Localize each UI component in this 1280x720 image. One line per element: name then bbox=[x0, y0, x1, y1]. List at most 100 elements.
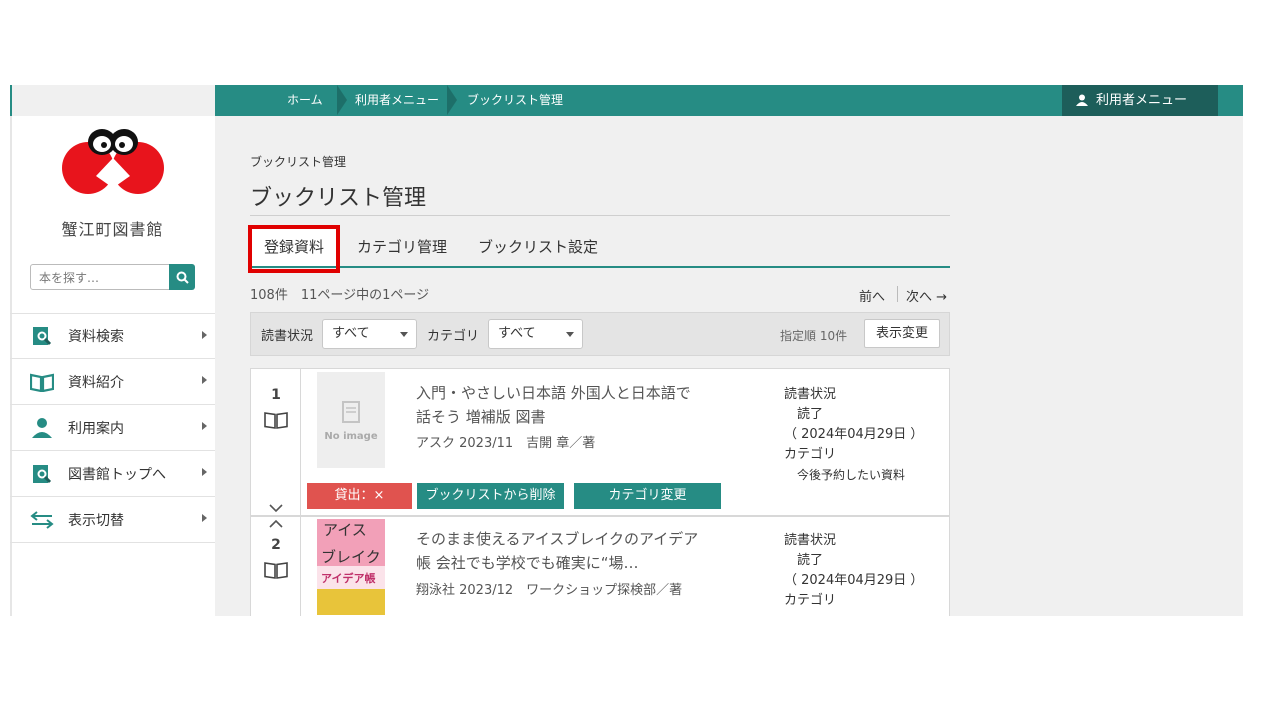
chevron-right-icon bbox=[202, 468, 207, 476]
category-label: カテゴリ bbox=[784, 593, 837, 608]
sidebar: 蟹江町図書館 本を探す… 資料検索 資料紹介 利用案内 図書館トップへ 表示切替 bbox=[10, 116, 215, 616]
library-logo[interactable] bbox=[58, 126, 168, 198]
book-title[interactable]: そのまま使えるアイスブレイクのアイデア 帳 会社でも学校でも確実に“場… bbox=[416, 527, 726, 575]
loan-status-button[interactable]: 貸出：× bbox=[307, 483, 412, 509]
content-area: ブックリスト管理 ブックリスト管理 登録資料 カテゴリ管理 ブックリスト設定 1… bbox=[215, 116, 1243, 616]
book-cover[interactable]: No image bbox=[317, 372, 385, 468]
breadcrumb-home[interactable]: ホーム bbox=[287, 85, 323, 116]
result-count: 108件 11ページ中の1ページ bbox=[250, 288, 430, 303]
person-icon bbox=[30, 416, 54, 440]
status-date: （ 2024年04月29日 ） bbox=[784, 573, 924, 588]
top-left-edge bbox=[10, 85, 12, 116]
book-meta: 翔泳社 2023/12 ワークショップ探検部／著 bbox=[416, 583, 683, 598]
sidebar-nav: 資料検索 資料紹介 利用案内 図書館トップへ 表示切替 bbox=[10, 313, 215, 543]
reading-status-info: 読書状況 読了 （ 2024年04月29日 ） カテゴリ bbox=[784, 531, 923, 611]
no-image-label: No image bbox=[324, 430, 378, 442]
book-meta: アスク 2023/11 吉開 章／著 bbox=[416, 436, 596, 451]
status-date: （ 2024年04月29日 ） bbox=[784, 427, 924, 442]
reading-status-label: 読書状況 bbox=[261, 329, 314, 344]
book-search-icon bbox=[30, 462, 54, 486]
breadcrumb-bar: ホーム 利用者メニュー ブックリスト管理 利用者メニュー bbox=[215, 85, 1243, 116]
pager-next-link[interactable]: 次へ → bbox=[906, 286, 947, 305]
chevron-right-icon bbox=[202, 422, 207, 430]
tab-booklist-settings[interactable]: ブックリスト設定 bbox=[478, 228, 598, 266]
book-cover[interactable]: アイス ブレイク アイデア帳 bbox=[317, 519, 385, 615]
chevron-up-icon bbox=[269, 519, 283, 528]
status-value: 読了 bbox=[797, 407, 824, 422]
open-book-icon bbox=[264, 412, 288, 429]
filter-bar: 読書状況 すべて カテゴリ すべて 指定順 10件 表示変更 bbox=[250, 312, 950, 356]
sidebar-item-label: 図書館トップへ bbox=[68, 466, 166, 483]
tab-category-management[interactable]: カテゴリ管理 bbox=[357, 228, 447, 266]
breadcrumb-user-menu[interactable]: 利用者メニュー bbox=[355, 85, 439, 116]
user-icon bbox=[1076, 94, 1088, 106]
open-book-icon bbox=[264, 562, 288, 579]
breadcrumb-separator bbox=[337, 85, 347, 115]
sidebar-item-library-top[interactable]: 図書館トップへ bbox=[10, 451, 215, 497]
cover-subtitle: アイデア帳 bbox=[321, 572, 376, 585]
search-input[interactable]: 本を探す… bbox=[30, 264, 170, 290]
book-title[interactable]: 入門・やさしい日本語 外国人と日本語で 話そう 増補版 図書 bbox=[416, 381, 726, 429]
sidebar-item-guide[interactable]: 利用案内 bbox=[10, 405, 215, 451]
search-icon bbox=[176, 271, 189, 284]
status-label: 読書状況 bbox=[784, 533, 837, 548]
category-select[interactable]: すべて bbox=[488, 319, 583, 349]
sidebar-item-material-search[interactable]: 資料検索 bbox=[10, 313, 215, 359]
breadcrumb-separator bbox=[447, 85, 457, 115]
status-label: 読書状況 bbox=[784, 387, 837, 402]
item-number: 1 bbox=[271, 387, 281, 403]
item-number-column: 2 bbox=[251, 517, 301, 616]
title-line: 帳 会社でも学校でも確実に“場… bbox=[416, 554, 639, 572]
category-label: カテゴリ bbox=[784, 447, 837, 462]
reading-status-value: すべて bbox=[332, 326, 370, 341]
item-number-column: 1 bbox=[251, 369, 301, 515]
open-book-icon bbox=[30, 370, 54, 394]
breadcrumb-booklist: ブックリスト管理 bbox=[467, 93, 564, 107]
sidebar-item-label: 資料紹介 bbox=[68, 374, 124, 391]
swap-arrows-icon bbox=[30, 508, 54, 532]
sidebar-item-label: 表示切替 bbox=[68, 512, 124, 529]
search-button[interactable] bbox=[169, 264, 195, 290]
no-image-icon bbox=[342, 400, 360, 423]
remove-from-booklist-button[interactable]: ブックリストから削除 bbox=[417, 483, 564, 509]
category-value: 今後予約したい資料 bbox=[797, 468, 906, 482]
change-category-button[interactable]: カテゴリ変更 bbox=[574, 483, 721, 509]
status-value: 読了 bbox=[797, 553, 824, 568]
chevron-down-icon bbox=[269, 504, 283, 513]
title-line: 入門・やさしい日本語 外国人と日本語で bbox=[416, 384, 691, 402]
book-search-icon bbox=[30, 324, 54, 348]
chevron-right-icon bbox=[202, 514, 207, 522]
chevron-down-icon bbox=[400, 332, 408, 337]
category-label: カテゴリ bbox=[427, 329, 480, 344]
user-menu-label: 利用者メニュー bbox=[1096, 93, 1188, 108]
sidebar-item-label: 利用案内 bbox=[68, 420, 124, 437]
pager-divider bbox=[897, 286, 898, 302]
category-value: すべて bbox=[498, 326, 536, 341]
list-item: 2 アイス ブレイク アイデア帳 そのまま使えるアイスブレイクのアイデア 帳 会… bbox=[250, 516, 950, 616]
cover-title: アイス bbox=[317, 519, 385, 549]
user-menu-button[interactable]: 利用者メニュー bbox=[1062, 85, 1218, 116]
reading-status-info: 読書状況 読了 （ 2024年04月29日 ） カテゴリ 今後予約したい資料 bbox=[784, 385, 923, 485]
chevron-down-icon bbox=[566, 332, 574, 337]
page-subtitle: ブックリスト管理 bbox=[250, 155, 347, 169]
sidebar-item-material-intro[interactable]: 資料紹介 bbox=[10, 359, 215, 405]
list-item: 1 No image 入門・やさしい日本語 外国人と日本語で 話そう 増補版 図… bbox=[250, 368, 950, 516]
reading-status-select[interactable]: すべて bbox=[322, 319, 417, 349]
chevron-right-icon bbox=[202, 331, 207, 339]
item-number: 2 bbox=[271, 537, 281, 553]
tab-bar: 登録資料 カテゴリ管理 ブックリスト設定 bbox=[250, 228, 950, 268]
title-line: そのまま使えるアイスブレイクのアイデア bbox=[416, 530, 699, 548]
sort-info: 指定順 10件 bbox=[780, 329, 848, 343]
cover-title: ブレイク bbox=[317, 549, 385, 566]
app-frame: 蟹江町図書館 本を探す… 資料検索 資料紹介 利用案内 図書館トップへ 表示切替… bbox=[10, 85, 1243, 616]
sidebar-item-display-toggle[interactable]: 表示切替 bbox=[10, 497, 215, 543]
library-name: 蟹江町図書館 bbox=[61, 220, 164, 239]
main-content: ブックリスト管理 ブックリスト管理 登録資料 カテゴリ管理 ブックリスト設定 1… bbox=[215, 116, 1243, 616]
display-change-button[interactable]: 表示変更 bbox=[864, 319, 940, 348]
chevron-right-icon bbox=[202, 376, 207, 384]
cover-illustration bbox=[317, 589, 385, 615]
highlight-annotation bbox=[248, 225, 340, 273]
title-divider bbox=[250, 215, 950, 216]
pager-prev-link[interactable]: 前へ bbox=[859, 286, 885, 305]
sidebar-item-label: 資料検索 bbox=[68, 329, 124, 345]
